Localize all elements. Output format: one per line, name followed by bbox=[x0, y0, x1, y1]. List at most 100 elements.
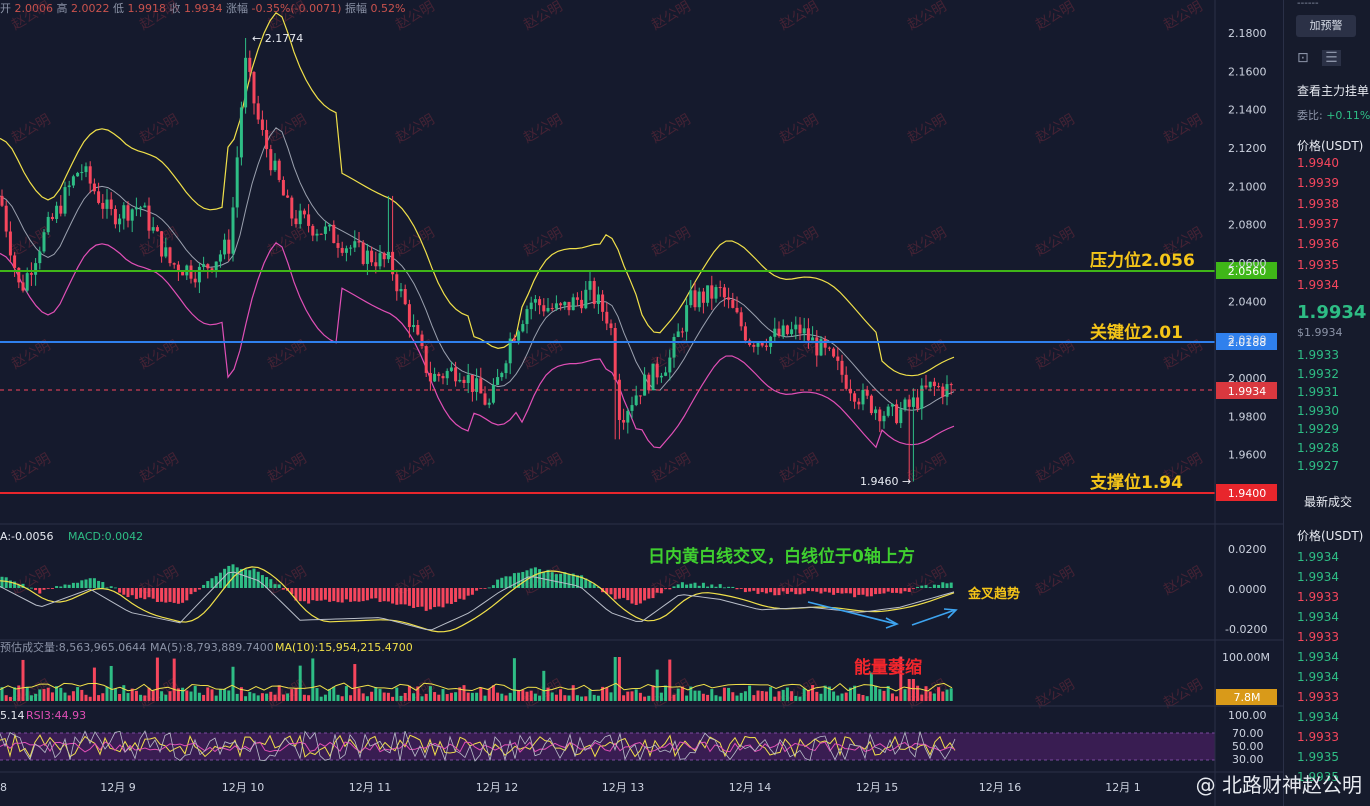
volume-bar bbox=[248, 691, 252, 701]
macd-bar bbox=[134, 588, 138, 599]
candle-body bbox=[617, 379, 621, 421]
macd-bar bbox=[122, 588, 126, 595]
low-marker: 1.9460 → bbox=[860, 475, 911, 488]
candle-body bbox=[0, 195, 4, 206]
candle-body bbox=[899, 409, 903, 424]
trade-price-row[interactable]: 1.9934 bbox=[1297, 610, 1339, 624]
candle-body bbox=[59, 205, 63, 214]
price-tick: 2.1600 bbox=[1228, 65, 1267, 78]
ask-price-row[interactable]: 1.9939 bbox=[1297, 176, 1339, 190]
macd-bar bbox=[235, 567, 239, 588]
macd-bar bbox=[269, 579, 273, 588]
volume-bar bbox=[542, 670, 546, 701]
ask-price-row[interactable]: 1.9937 bbox=[1297, 217, 1339, 231]
bid-price-row[interactable]: 1.9929 bbox=[1297, 422, 1339, 436]
volume-bar bbox=[559, 689, 563, 701]
volume-bar bbox=[521, 689, 525, 701]
candle-body bbox=[46, 216, 50, 233]
ask-price-row[interactable]: 1.9936 bbox=[1297, 237, 1339, 251]
layout-both-icon[interactable]: ⊡ bbox=[1297, 50, 1309, 66]
candle-body bbox=[727, 297, 731, 300]
trade-price-row[interactable]: 1.9934 bbox=[1297, 670, 1339, 684]
volume-bar bbox=[353, 664, 357, 701]
macd-bar bbox=[664, 588, 668, 589]
add-alert-button[interactable]: 加预警 bbox=[1296, 15, 1356, 37]
bid-price-row[interactable]: 1.9932 bbox=[1297, 367, 1339, 381]
bid-price-row[interactable]: 1.9927 bbox=[1297, 459, 1339, 473]
volume-bar bbox=[680, 686, 684, 701]
volume-bar bbox=[550, 692, 554, 701]
volume-bar bbox=[160, 691, 164, 701]
volume-bar bbox=[441, 689, 445, 701]
candle-body bbox=[370, 250, 374, 263]
book-layout-icons[interactable]: ⊡ ☰ bbox=[1297, 50, 1341, 66]
trade-price-row[interactable]: 1.9933 bbox=[1297, 690, 1339, 704]
ask-price-row[interactable]: 1.9934 bbox=[1297, 278, 1339, 292]
macd-bar bbox=[260, 575, 264, 588]
macd-bar bbox=[466, 588, 470, 596]
bid-price-row[interactable]: 1.9928 bbox=[1297, 441, 1339, 455]
bid-price-row[interactable]: 1.9930 bbox=[1297, 404, 1339, 418]
trade-price-row[interactable]: 1.9934 bbox=[1297, 550, 1339, 564]
trade-price-row[interactable]: 1.9934 bbox=[1297, 650, 1339, 664]
macd-bar bbox=[689, 583, 693, 588]
volume-bar bbox=[189, 691, 193, 701]
ask-price-row[interactable]: 1.9935 bbox=[1297, 258, 1339, 272]
candle-body bbox=[575, 297, 579, 300]
candle-body bbox=[571, 297, 575, 311]
macd-bar bbox=[67, 584, 71, 588]
volume-bar bbox=[613, 657, 617, 701]
macd-bar bbox=[869, 588, 873, 597]
layout-asks-icon[interactable]: ☰ bbox=[1322, 50, 1341, 66]
candle-body bbox=[420, 334, 424, 347]
view-main-orders[interactable]: 查看主力挂单 bbox=[1297, 82, 1369, 99]
candle-body bbox=[214, 261, 218, 271]
candle-body bbox=[563, 301, 567, 306]
macd-bar bbox=[437, 588, 441, 607]
macd-bar bbox=[819, 588, 823, 594]
candle-body bbox=[483, 393, 487, 405]
volume-bar bbox=[361, 693, 365, 701]
macd-bar bbox=[874, 588, 878, 595]
ask-price-row[interactable]: 1.9938 bbox=[1297, 197, 1339, 211]
candle-body bbox=[756, 342, 760, 347]
candle-body bbox=[340, 247, 344, 253]
volume-bar bbox=[302, 694, 306, 701]
macd-bar bbox=[38, 588, 42, 594]
trade-price-row[interactable]: 1.9934 bbox=[1297, 710, 1339, 724]
candle-body bbox=[630, 405, 634, 411]
trade-price-row[interactable]: 1.9934 bbox=[1297, 570, 1339, 584]
bid-price-row[interactable]: 1.9933 bbox=[1297, 348, 1339, 362]
candle-body bbox=[437, 373, 441, 377]
macd-bar bbox=[248, 570, 252, 588]
trade-price-row[interactable]: 1.9935 bbox=[1297, 750, 1339, 764]
rsi-tick-100: 100.00 bbox=[1228, 709, 1267, 722]
candle-body bbox=[601, 294, 605, 312]
bid-price-row[interactable]: 1.9931 bbox=[1297, 385, 1339, 399]
candle-body bbox=[668, 357, 672, 373]
volume-bar bbox=[643, 696, 647, 701]
macd-bar bbox=[441, 588, 445, 608]
trade-price-row[interactable]: 1.9933 bbox=[1297, 730, 1339, 744]
volume-annotation: 能量萎缩 bbox=[854, 657, 922, 678]
macd-bar bbox=[399, 588, 403, 605]
volume-bar bbox=[244, 696, 248, 701]
candle-body bbox=[538, 299, 542, 306]
ask-price-row[interactable]: 1.9940 bbox=[1297, 156, 1339, 170]
candle-body bbox=[924, 385, 928, 388]
chart-canvas[interactable]: 赵公明 赵公明 赵公明 赵公明 赵公明 赵公明 赵公明 赵公明 赵公明 赵公明赵公明 赵公明 赵公明赵… bbox=[0, 0, 1283, 806]
macd-bar bbox=[798, 588, 802, 595]
volume-bar bbox=[483, 695, 487, 701]
candle-body bbox=[101, 202, 105, 209]
watermark-text: 赵公明 bbox=[9, 451, 53, 486]
trade-price-row[interactable]: 1.9933 bbox=[1297, 630, 1339, 644]
volume-bar bbox=[206, 687, 210, 701]
trade-price-row[interactable]: 1.9933 bbox=[1297, 590, 1339, 604]
macd-bar bbox=[685, 584, 689, 588]
candle-body bbox=[773, 328, 777, 337]
candle-body bbox=[29, 273, 33, 275]
volume-bar bbox=[903, 689, 907, 701]
trades-header: 价格(USDT) bbox=[1297, 529, 1364, 543]
candle-body bbox=[412, 325, 416, 328]
candle-body bbox=[239, 107, 243, 158]
